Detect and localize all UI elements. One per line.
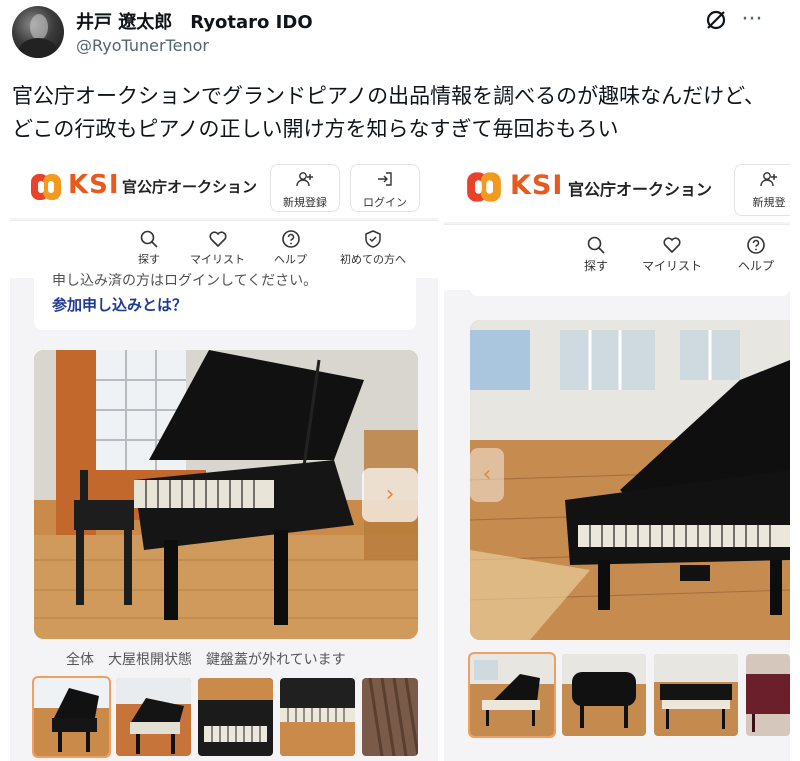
display-name[interactable]: 井戸 遼太郎 Ryotaro IDO [76, 8, 313, 34]
register-label: 新規登録 [283, 196, 327, 209]
nav-search[interactable]: 探す [138, 229, 160, 267]
notice-box [470, 280, 790, 296]
login-label: ログイン [363, 196, 407, 209]
thumbnail[interactable] [116, 678, 191, 756]
tweet-text: 官公庁オークションでグランドピアノの出品情報を調べるのが趣味なんだけど、どこの行… [12, 84, 766, 141]
avatar[interactable] [12, 6, 64, 58]
piano-photo-main[interactable]: ‹ [470, 320, 790, 640]
screenshot-left: KSI 官公庁オークション 新規登録 ログイン 探す マイリスト ヘルプ 初めて… [10, 160, 438, 761]
login-icon [351, 171, 419, 190]
thumbnail[interactable] [362, 678, 418, 756]
add-user-icon [735, 171, 790, 190]
nav-mylist[interactable]: マイリスト [642, 235, 702, 274]
help-icon [281, 230, 300, 248]
nav-search[interactable]: 探す [584, 235, 608, 274]
search-icon [587, 236, 605, 254]
nav-search-label: 探す [584, 259, 609, 273]
grok-icon[interactable] [704, 8, 728, 32]
notice-text: 申し込み済の方はログインしてください。 [52, 273, 318, 289]
chevron-right-icon: › [385, 482, 395, 507]
thumbnail[interactable] [562, 654, 646, 736]
user-handle[interactable]: @RyoTunerTenor [76, 36, 209, 55]
login-button[interactable]: ログイン [350, 164, 420, 212]
nav-first-time[interactable]: 初めての方へ [340, 229, 406, 267]
piano-photo-main[interactable]: › [34, 350, 418, 639]
thumbnail[interactable] [654, 654, 738, 736]
nav-mylist[interactable]: マイリスト [190, 229, 245, 267]
photo-caption: 全体 大屋根開状態 鍵盤蓋が外れています [66, 652, 346, 668]
nav-mylist-label: マイリスト [642, 259, 703, 273]
chevron-left-icon: ‹ [482, 462, 492, 487]
site-name: 官公庁オークション [122, 178, 258, 196]
app-header: KSI 官公庁オークション 新規登録 ログイン [10, 160, 438, 218]
nav-help-label: ヘルプ [738, 259, 775, 273]
thumbnail[interactable] [746, 654, 790, 736]
logo-text: KSI [510, 170, 564, 201]
heart-icon [208, 231, 227, 248]
thumbnail[interactable] [198, 678, 273, 756]
add-user-icon [271, 171, 339, 190]
heart-icon [663, 237, 681, 254]
shield-icon [365, 230, 381, 248]
site-name: 官公庁オークション [568, 180, 713, 199]
thumbnail[interactable] [32, 676, 111, 758]
participation-link[interactable]: 参加申し込みとは？ [52, 294, 187, 315]
thumbnail[interactable] [468, 652, 556, 738]
notice-box: 申し込み済の方はログインしてください。 参加申し込みとは？ [34, 264, 416, 330]
app-header: KSI 官公庁オークション 新規登 [444, 160, 790, 222]
help-icon [747, 236, 765, 254]
nav-help[interactable]: ヘルプ [738, 235, 774, 274]
ksi-logo-icon [467, 172, 501, 202]
prev-photo-button[interactable]: ‹ [470, 448, 504, 502]
screenshot-right: KSI 官公庁オークション 新規登 探す マイリスト ヘルプ ‹ [444, 160, 790, 761]
register-label: 新規登 [752, 196, 786, 209]
logo-text: KSI [68, 170, 120, 200]
more-icon[interactable]: ··· [740, 8, 764, 32]
next-photo-button[interactable]: › [362, 468, 418, 522]
register-button[interactable]: 新規登 [734, 164, 790, 216]
register-button[interactable]: 新規登録 [270, 164, 340, 212]
ksi-logo-icon [31, 174, 61, 200]
nav-help[interactable]: ヘルプ [274, 229, 307, 267]
thumbnail[interactable] [280, 678, 355, 756]
search-icon [140, 230, 158, 248]
